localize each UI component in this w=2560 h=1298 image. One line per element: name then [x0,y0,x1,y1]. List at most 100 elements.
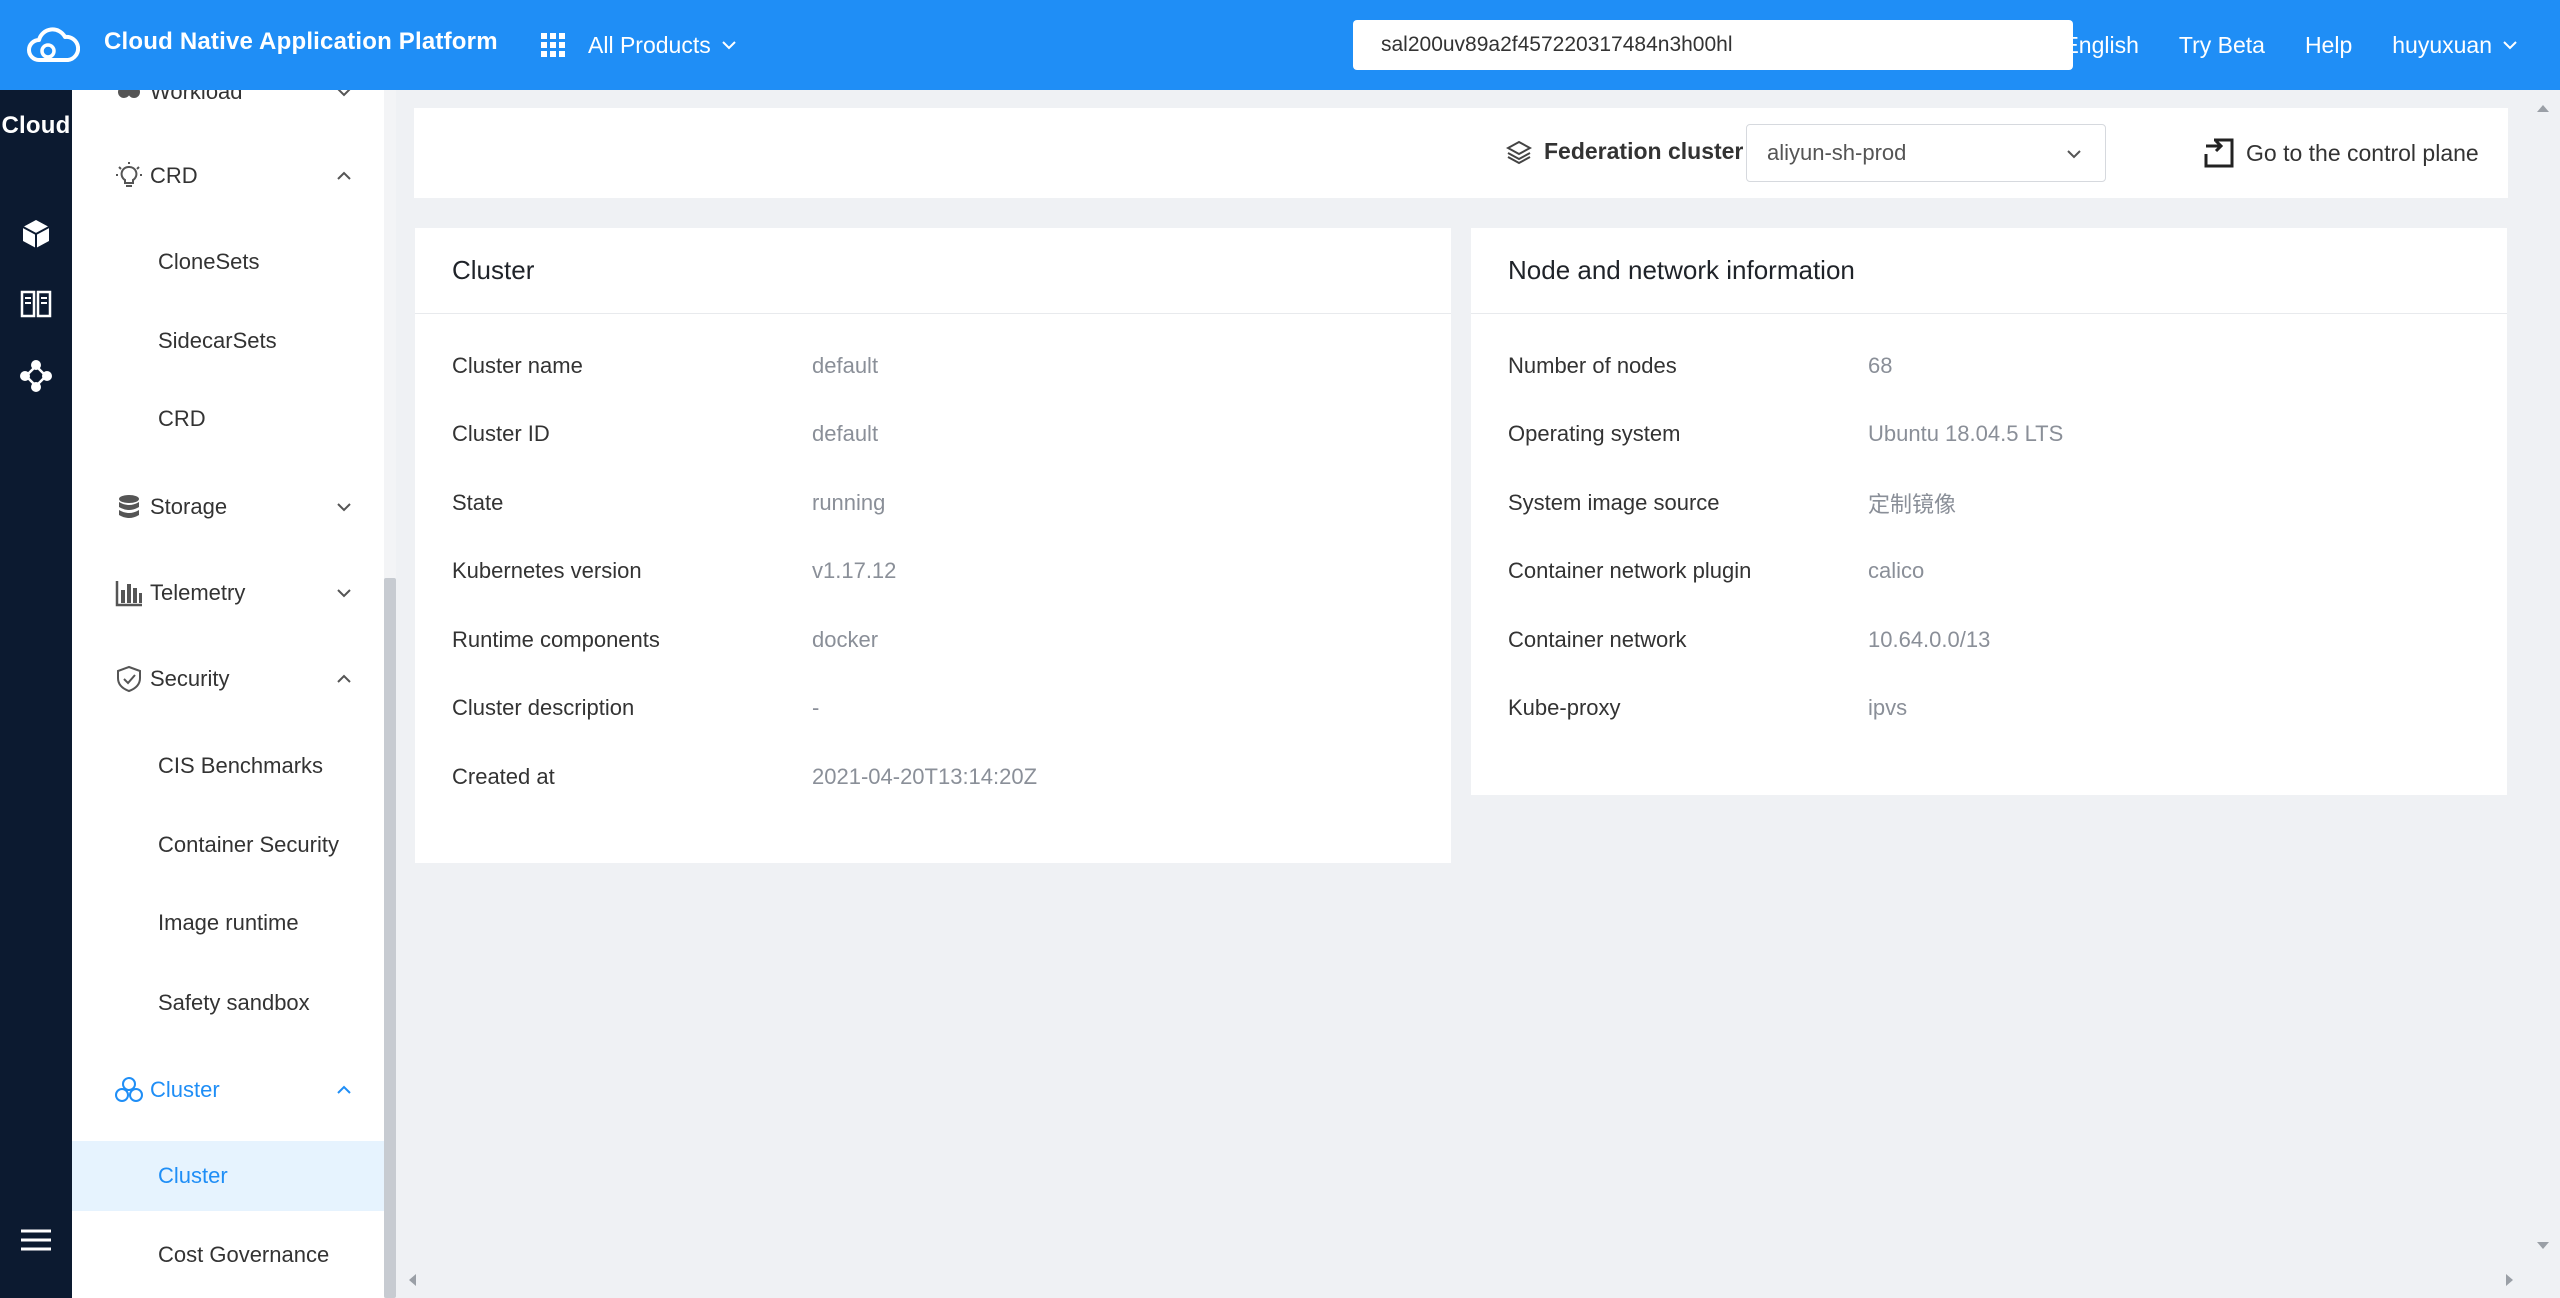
chevron-down-icon [337,503,351,512]
sidebar-group-telemetry[interactable]: Telemetry [72,563,384,623]
go-to-control-plane-label: Go to the control plane [2246,139,2479,166]
chevron-up-icon [337,171,351,180]
sidebar-group-label: Telemetry [150,580,246,605]
sidebar-item-clonesets[interactable]: CloneSets [72,227,384,297]
chevron-down-icon [2503,41,2517,50]
sidebar-group-cluster[interactable]: Cluster [72,1060,384,1120]
row-key: System image source [1508,490,1720,515]
cluster-row: Cluster name default [452,346,878,386]
sidebar-menu: Workload CRD CloneSets SidecarSets CRD S… [72,90,384,1298]
federation-selected-value: aliyun-sh-prod [1767,140,1907,165]
bar-chart-icon [115,581,142,607]
sidebar-item-safety-sandbox[interactable]: Safety sandbox [72,968,384,1038]
sidebar-item-container-security[interactable]: Container Security [72,810,384,880]
row-key: Number of nodes [1508,353,1677,378]
language-link[interactable]: English [2063,32,2138,59]
node-row: Container network 10.64.0.0/13 [1508,620,1990,660]
rail-menu-button[interactable] [10,1214,62,1266]
chevron-down-icon [2067,150,2081,159]
row-value: ipvs [1868,695,1908,720]
row-key: Kube-proxy [1508,695,1621,720]
cluster-card: Cluster Cluster name default Cluster ID … [415,228,1451,863]
cube-icon [22,220,50,248]
row-key: Runtime components [452,627,660,652]
sidebar-item-cluster[interactable]: Cluster [72,1141,384,1211]
row-value: v1.17.12 [812,558,897,583]
go-to-control-plane-button[interactable]: Go to the control plane [2202,132,2479,174]
row-value: calico [1868,558,1925,583]
cluster-row: State running [452,483,885,523]
federation-bar: Federation cluster aliyun-sh-prod Go to … [414,108,2508,198]
cloud-logo-icon[interactable] [24,20,80,70]
sidebar-item-crd[interactable]: CRD [72,384,384,454]
federation-cluster-select[interactable]: aliyun-sh-prod [1746,124,2106,182]
sidebar-group-label: CRD [150,163,198,188]
sidebar-scrollbar[interactable] [384,90,396,1298]
workload-icon [118,90,140,98]
row-value: docker [812,627,879,652]
sidebar-item-cis-benchmarks[interactable]: CIS Benchmarks [72,731,384,801]
enter-icon [2204,138,2234,168]
top-links: English Try Beta Help huyuxuan [2063,0,2520,90]
scroll-up-arrow-icon[interactable] [2534,100,2552,118]
chevron-down-icon [337,90,351,97]
sidebar-group-security[interactable]: Security [72,649,384,709]
cluster-card-title: Cluster [415,228,1451,314]
chevron-down-icon [337,589,351,598]
node-row: Operating system Ubuntu 18.04.5 LTS [1508,414,2063,454]
cluster-row: Runtime components docker [452,620,878,660]
rail-network-button[interactable] [10,350,62,402]
scroll-right-arrow-icon[interactable] [2500,1271,2518,1289]
sidebar-group-label: Cluster [150,1077,220,1102]
database-icon [119,495,139,518]
all-products-label: All Products [588,31,711,58]
node-card-title: Node and network information [1471,228,2507,314]
try-beta-link[interactable]: Try Beta [2179,32,2265,59]
sidebar-group-workload[interactable]: Workload [72,90,384,122]
row-key: Cluster ID [452,421,550,446]
cluster-row: Cluster ID default [452,414,878,454]
scrollbar-thumb[interactable] [384,578,396,1298]
row-value: default [812,421,879,446]
rail-title: Cloud [1,112,71,139]
search-input[interactable] [1353,20,2073,70]
cluster-row: Cluster description - [452,688,819,728]
user-name: huyuxuan [2392,31,2492,58]
sidebar-group-storage[interactable]: Storage [72,477,384,537]
chevron-up-icon [337,674,351,683]
cluster-row: Kubernetes version v1.17.12 [452,551,896,591]
top-bar: Cloud Native Application Platform All Pr… [0,0,2560,90]
rail-cube-button[interactable] [10,208,62,260]
federation-label-text: Federation cluster [1544,138,1744,164]
all-products-menu[interactable]: All Products [540,27,739,63]
network-icon [20,360,52,392]
row-value: 68 [1868,353,1893,378]
row-key: Operating system [1508,421,1681,446]
scroll-down-arrow-icon[interactable] [2534,1236,2552,1254]
federation-label: Federation cluster [1506,138,1743,165]
user-menu[interactable]: huyuxuan [2392,32,2520,59]
sidebar-group-crd[interactable]: CRD [72,146,384,206]
cluster-row: Created at 2021-04-20T13:14:20Z [452,757,1037,797]
help-link[interactable]: Help [2305,32,2352,59]
sidebar-group-label: Workload [150,90,243,104]
row-value: Ubuntu 18.04.5 LTS [1868,421,2064,446]
row-value: - [812,695,820,720]
shield-icon [117,665,141,693]
row-value: 定制镜像 [1868,492,1957,517]
sidebar-item-cost-governance[interactable]: Cost Governance [72,1220,384,1290]
row-value: 2021-04-20T13:14:20Z [812,764,1038,789]
app-title[interactable]: Cloud Native Application Platform [104,28,498,56]
node-row: System image source 定制镜像 [1508,483,1956,523]
row-key: Container network plugin [1508,558,1752,583]
scroll-left-arrow-icon[interactable] [404,1271,422,1289]
sidebar-group-label: Security [150,666,230,691]
sidebar-item-sidecarsets[interactable]: SidecarSets [72,306,384,376]
chevron-down-icon [722,41,736,50]
sidebar-item-image-runtime[interactable]: Image runtime [72,888,384,958]
row-key: Container network [1508,627,1687,652]
row-key: Kubernetes version [452,558,642,583]
node-network-card: Node and network information Number of n… [1471,228,2507,795]
row-value: 10.64.0.0/13 [1868,627,1991,652]
rail-book-button[interactable] [10,278,62,330]
